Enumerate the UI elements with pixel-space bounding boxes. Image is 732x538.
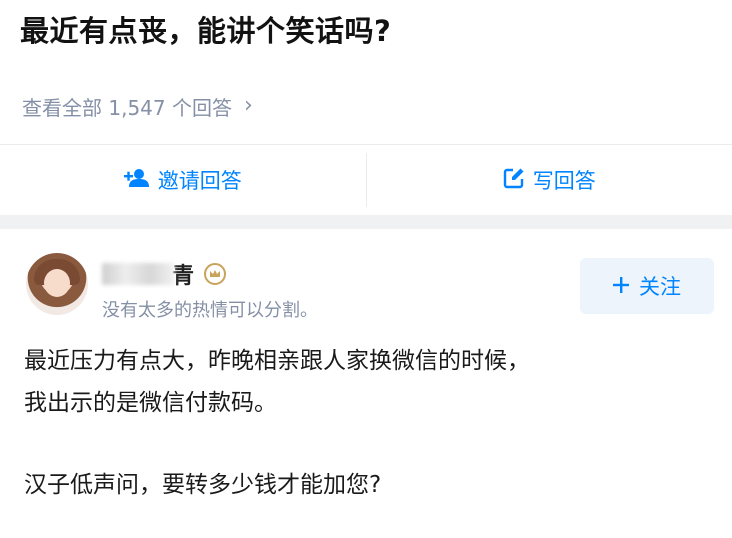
follow-label: 关注 xyxy=(639,275,681,299)
invite-answer-button[interactable]: 邀请回答 xyxy=(0,145,366,215)
chevron-right-icon: › xyxy=(243,93,253,118)
answer-line: 最近压力有点大，昨晚相亲跟人家换微信的时候， xyxy=(24,348,530,374)
write-answer-label: 写回答 xyxy=(532,169,596,193)
write-answer-button[interactable]: 写回答 xyxy=(367,145,732,215)
view-all-answers-link[interactable]: 查看全部 1,547 个回答 › xyxy=(22,92,253,121)
answer-action-bar: 邀请回答 写回答 xyxy=(0,145,732,215)
follow-button[interactable]: 关注 xyxy=(580,258,714,314)
view-all-label: 查看全部 1,547 个回答 xyxy=(22,96,232,120)
blurred-name-mask xyxy=(102,263,174,285)
invite-answer-label: 邀请回答 xyxy=(157,169,242,193)
answer-body: 最近压力有点大，昨晚相亲跟人家换微信的时候， 我出示的是微信付款码。 汉子低声问… xyxy=(24,340,714,506)
answer-paragraph-2: 汉子低声问，要转多少钱才能加您? xyxy=(24,472,382,498)
plus-icon xyxy=(613,274,629,298)
question-title: 最近有点丧，能讲个笑话吗? xyxy=(20,14,392,48)
answer-paragraph-1: 最近压力有点大，昨晚相亲跟人家换微信的时候， 我出示的是微信付款码。 xyxy=(24,340,714,424)
edit-icon xyxy=(503,167,525,194)
avatar[interactable] xyxy=(26,253,88,315)
author-name-visible: 青 xyxy=(172,264,195,289)
answer-line: 我出示的是微信付款码。 xyxy=(24,390,277,416)
author-name[interactable]: 青 xyxy=(102,258,227,290)
crown-badge-icon xyxy=(204,263,227,285)
add-user-icon xyxy=(123,168,150,193)
author-bio: 没有太多的热情可以分割。 xyxy=(102,300,318,321)
section-separator xyxy=(0,215,732,229)
